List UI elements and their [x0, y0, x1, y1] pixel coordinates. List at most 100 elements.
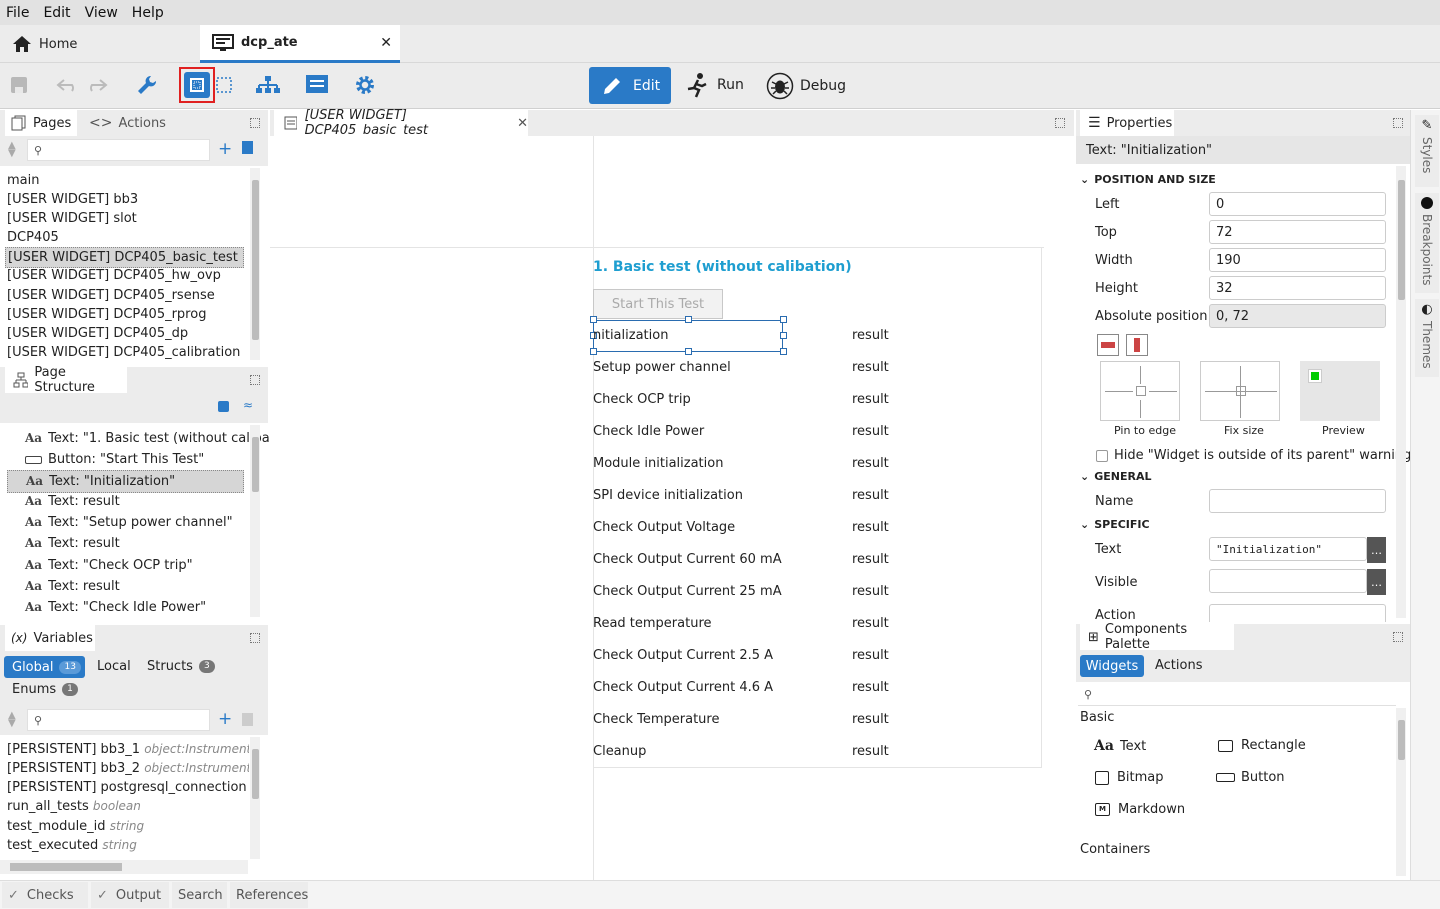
page-item[interactable]: [USER WIDGET] DCP405_dp — [7, 324, 188, 343]
status-tab-output[interactable]: ✓ Output — [91, 882, 169, 908]
side-tab-styles[interactable]: ✎ Styles — [1415, 115, 1439, 187]
test-result[interactable]: result — [852, 424, 889, 439]
align-middle-icon[interactable] — [1126, 334, 1148, 356]
structure-scrollbar[interactable] — [250, 425, 260, 617]
variable-item[interactable]: test_executed string — [7, 836, 249, 855]
page-item[interactable]: [USER WIDGET] bb3 — [7, 190, 138, 209]
resize-handle[interactable] — [780, 316, 787, 323]
page-item[interactable]: main — [7, 171, 39, 190]
test-result[interactable]: result — [852, 328, 889, 343]
test-result[interactable]: result — [852, 552, 889, 567]
palette-rectangle-item[interactable]: Rectangle — [1218, 738, 1306, 753]
delete-icon[interactable] — [242, 713, 253, 726]
expand-icon[interactable] — [250, 118, 260, 128]
resize-handle[interactable] — [780, 348, 787, 355]
action-select[interactable] — [1209, 604, 1386, 622]
variable-item[interactable]: [PERSISTENT] bb3_1 object:Instrument — [7, 740, 249, 759]
resize-handle[interactable] — [685, 316, 692, 323]
variable-item[interactable]: test_module_id string — [7, 817, 249, 836]
tab-page-structure[interactable]: Page Structure — [5, 365, 127, 395]
close-icon[interactable]: ✕ — [380, 35, 392, 51]
left-input[interactable]: 0 — [1209, 192, 1386, 216]
tab-global[interactable]: Global 13 — [4, 656, 85, 678]
save-icon[interactable] — [5, 71, 33, 99]
tab-home[interactable]: Home — [12, 25, 77, 63]
text-expression-button[interactable]: … — [1367, 537, 1386, 563]
status-tab-checks[interactable]: ✓ Checks — [2, 882, 88, 908]
tab-properties[interactable]: ☰ Properties — [1080, 110, 1174, 136]
tree-node-selected[interactable]: Aa Text: "Initialization" — [7, 470, 244, 493]
tree-node[interactable]: Aa Text: result — [25, 533, 120, 554]
resize-handle[interactable] — [780, 332, 787, 339]
test-step-label[interactable]: Check Output Current 4.6 A — [593, 680, 773, 695]
lock-icon[interactable] — [218, 401, 229, 412]
tab-editor-document[interactable]: [USER WIDGET] DCP405_basic_test ✕ — [274, 108, 528, 138]
tab-pages[interactable]: Pages — [5, 110, 77, 136]
status-tab-search[interactable]: Search — [172, 882, 227, 908]
tab-structs[interactable]: Structs 3 — [147, 659, 215, 674]
tree-node[interactable]: Aa Text: "Check OCP trip" — [25, 555, 193, 576]
test-result[interactable]: result — [852, 360, 889, 375]
sort-icon[interactable]: ▲ ▼ — [8, 711, 16, 729]
palette-markdown-item[interactable]: M Markdown — [1095, 802, 1185, 817]
hierarchy-icon[interactable] — [254, 71, 282, 99]
run-mode-button[interactable]: Run — [686, 72, 744, 98]
test-step-label[interactable]: nitialization — [593, 328, 668, 343]
add-variable-icon[interactable]: + — [218, 709, 232, 729]
menu-edit[interactable]: Edit — [43, 5, 70, 21]
section-general[interactable]: ⌄ GENERAL — [1080, 470, 1151, 483]
page-item[interactable]: DCP405 — [7, 228, 59, 247]
fix-size-control[interactable] — [1200, 361, 1280, 421]
test-step-label[interactable]: Check Temperature — [593, 712, 719, 727]
tree-node[interactable]: Aa Text: "1. Basic test (without caliba — [25, 428, 270, 449]
menu-view[interactable]: View — [85, 5, 118, 21]
test-result[interactable]: result — [852, 488, 889, 503]
test-step-label[interactable]: SPI device initialization — [593, 488, 743, 503]
tab-palette-actions[interactable]: Actions — [1155, 658, 1203, 673]
selection-frame-icon[interactable] — [210, 71, 238, 99]
hide-warning-checkbox[interactable] — [1096, 450, 1108, 462]
text-input[interactable]: "Initialization" — [1209, 537, 1367, 561]
test-result[interactable]: result — [852, 392, 889, 407]
test-step-label[interactable]: Check OCP trip — [593, 392, 691, 407]
tree-node[interactable]: Aa Text: "Check Idle Power" — [25, 597, 206, 618]
tab-local[interactable]: Local — [97, 659, 131, 674]
close-icon[interactable]: ✕ — [517, 116, 528, 131]
tree-node[interactable]: Aa Text: "Setup power channel" — [25, 512, 233, 533]
page-item[interactable]: [USER WIDGET] slot — [7, 209, 137, 228]
expand-icon[interactable] — [1055, 118, 1065, 128]
variables-scrollbar[interactable] — [250, 737, 260, 859]
status-tab-references[interactable]: References — [230, 882, 308, 908]
pages-search-input[interactable]: ⚲ — [27, 139, 210, 161]
expand-icon[interactable] — [1393, 118, 1403, 128]
height-input[interactable]: 32 — [1209, 276, 1386, 300]
delete-icon[interactable] — [242, 141, 253, 154]
undo-icon[interactable] — [53, 71, 81, 99]
tab-components-palette[interactable]: ⊞ Components Palette — [1080, 622, 1234, 652]
variable-item[interactable]: [PERSISTENT] postgresql_connection obje — [7, 778, 249, 797]
expand-icon[interactable] — [1393, 632, 1403, 642]
redo-icon[interactable] — [83, 71, 111, 99]
test-result[interactable]: result — [852, 680, 889, 695]
tree-node[interactable]: Button: "Start This Test" — [25, 449, 204, 470]
menu-help[interactable]: Help — [132, 5, 164, 21]
tree-node[interactable]: Aa Text: result — [25, 491, 120, 512]
tab-actions[interactable]: <> Actions — [89, 115, 166, 131]
test-result[interactable]: result — [852, 648, 889, 663]
resize-handle[interactable] — [590, 348, 597, 355]
edit-mode-button[interactable]: Edit — [589, 67, 671, 104]
align-center-icon[interactable] — [1097, 334, 1119, 356]
tab-widgets[interactable]: Widgets — [1080, 655, 1144, 677]
collapse-icon[interactable]: ≈ — [243, 398, 253, 412]
gear-icon[interactable] — [351, 71, 379, 99]
section-position-size[interactable]: ⌄ POSITION AND SIZE — [1080, 173, 1216, 186]
pages-scrollbar[interactable] — [250, 168, 260, 360]
test-result[interactable]: result — [852, 744, 889, 759]
page-item[interactable]: [USER WIDGET] DCP405_calibration — [7, 343, 240, 362]
side-tab-themes[interactable]: ◐ Themes — [1415, 299, 1439, 377]
test-step-label[interactable]: Read temperature — [593, 616, 712, 631]
palette-bitmap-item[interactable]: Bitmap — [1095, 770, 1164, 785]
page-item[interactable]: [USER WIDGET] DCP405_rprog — [7, 305, 206, 324]
test-step-label[interactable]: Check Idle Power — [593, 424, 704, 439]
visible-expression-button[interactable]: … — [1367, 569, 1386, 595]
